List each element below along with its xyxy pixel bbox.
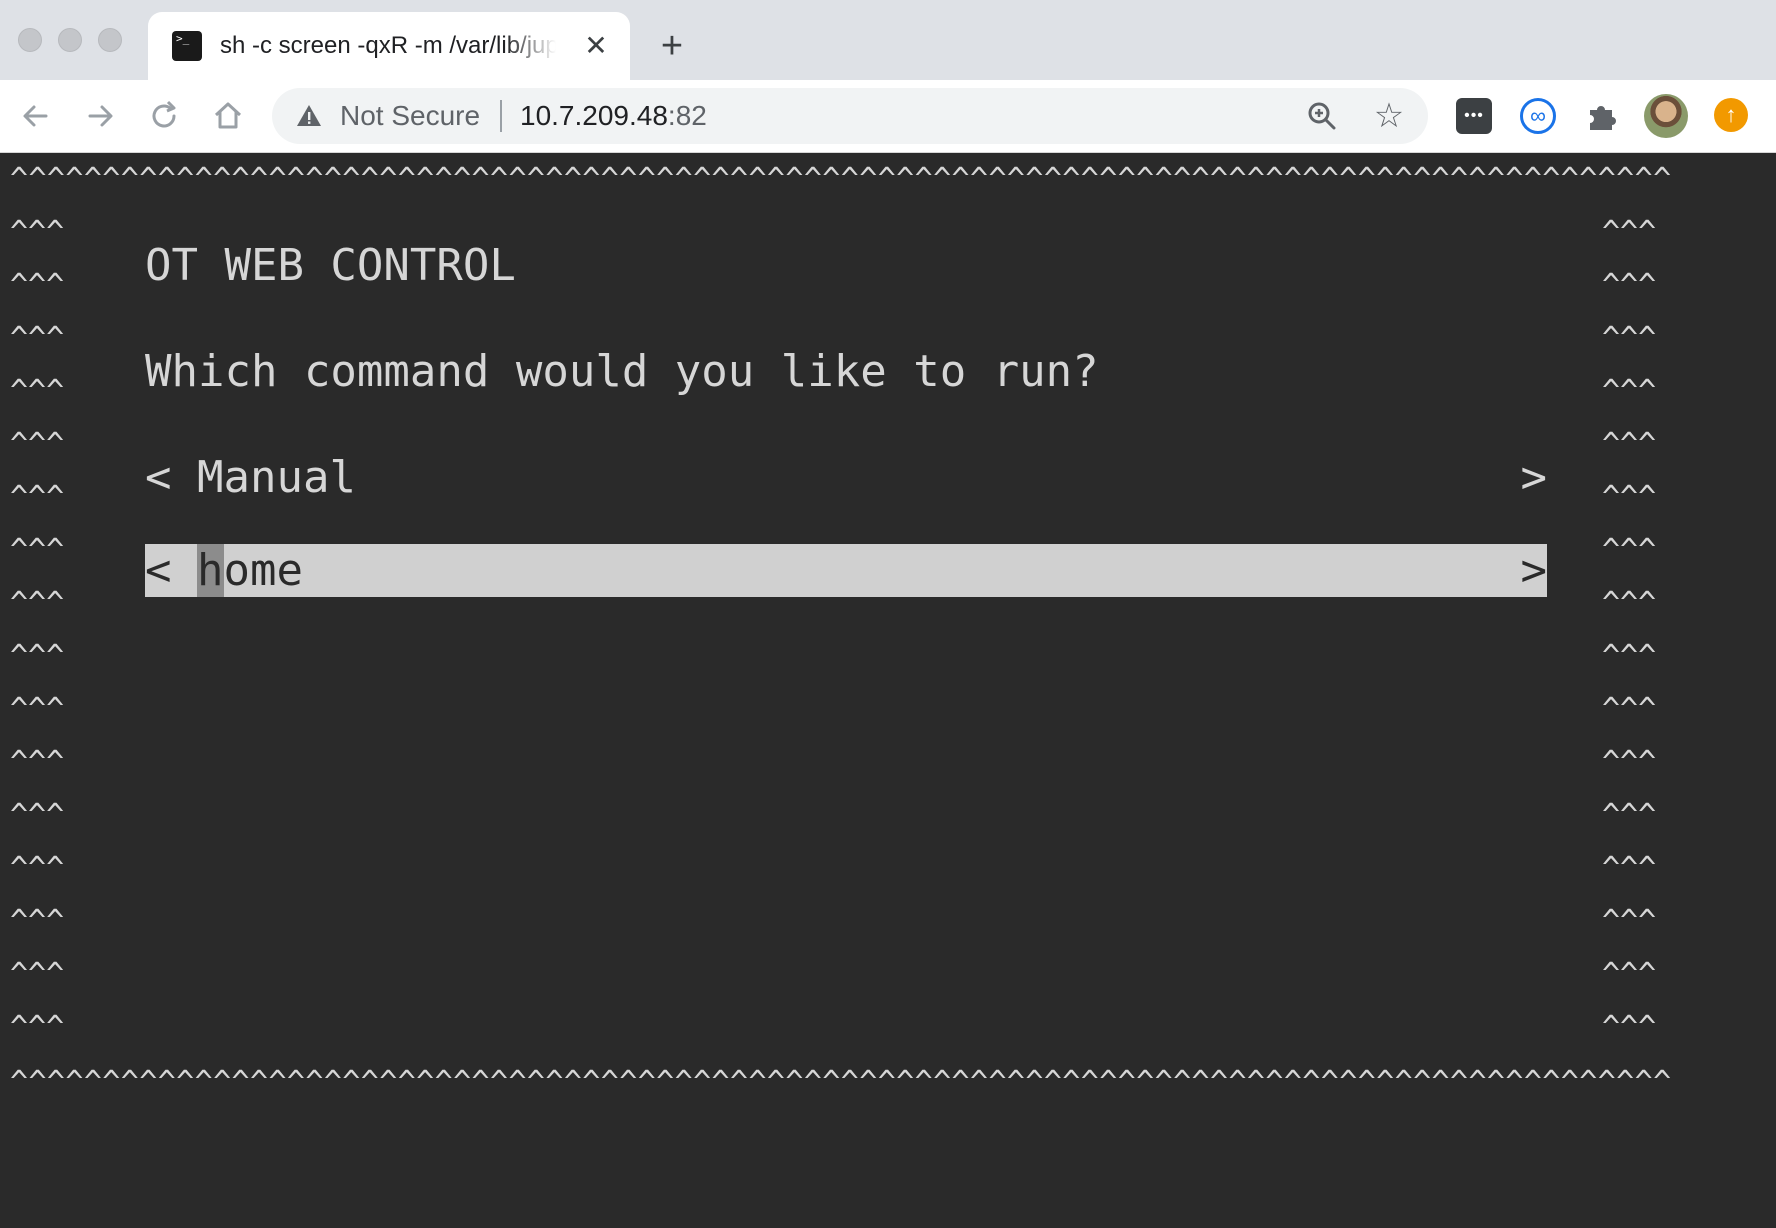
back-arrow-icon[interactable] (16, 96, 56, 136)
address-divider (500, 100, 502, 132)
tab-close-icon[interactable]: ✕ (580, 30, 612, 62)
bottom-caret-border: ^^^^^^^^^^^^^^^^^^^^^^^^^^^^^^^^^^^^^^^^… (10, 1065, 1672, 1100)
terminal-screen[interactable]: ^^^ ^^^ ^^^ ^^^ ^^^ ^^^ ^^^ ^^^ ^^^ ^^^ ^^^ ^^^ ^^^ ^… (0, 153, 1776, 1228)
side-caret-left: ^^^ (10, 321, 65, 356)
side-caret-left: ^^^ (10, 639, 65, 674)
window-minimize-button[interactable] (58, 28, 82, 52)
side-caret-left: ^^^ (10, 533, 65, 568)
side-caret-left: ^^^ (10, 374, 65, 409)
menu-item-manual[interactable]: < Manual > (145, 451, 1547, 504)
menu-arrow-right: > (1520, 545, 1548, 596)
star-icon[interactable]: ☆ (1372, 98, 1406, 134)
window-close-button[interactable] (18, 28, 42, 52)
browser-toolbar: Not Secure 10.7.209.48:82 ☆ ••• ∞ ↑ (0, 80, 1776, 153)
home-icon[interactable] (208, 96, 248, 136)
window-zoom-button[interactable] (98, 28, 122, 52)
terminal-favicon-icon: >_ (172, 31, 202, 61)
side-caret-left: ^^^ (10, 586, 65, 621)
address-bar[interactable]: Not Secure 10.7.209.48:82 ☆ (272, 88, 1428, 144)
reload-icon[interactable] (144, 96, 184, 136)
browser-tab[interactable]: >_ sh -c screen -qxR -m /var/lib/jupyter… (148, 12, 630, 80)
side-caret-left: ^^^ (10, 268, 65, 303)
top-caret-border: ^^^^^^^^^^^^^^^^^^^^^^^^^^^^^^^^^^^^^^^^… (10, 162, 1672, 197)
puzzle-extensions-icon[interactable] (1584, 98, 1620, 134)
side-caret-right: ^^^ (1602, 798, 1657, 833)
side-caret-right: ^^^ (1602, 586, 1657, 621)
side-caret-left: ^^^ (10, 215, 65, 250)
profile-avatar[interactable] (1644, 94, 1688, 138)
infinity-extension-icon[interactable]: ∞ (1520, 98, 1556, 134)
menu-item-label: home (197, 545, 303, 596)
tab-title: sh -c screen -qxR -m /var/lib/jupyter (220, 32, 556, 59)
menu-arrow-right: > (1520, 452, 1548, 503)
side-caret-left: ^^^ (10, 480, 65, 515)
side-caret-right: ^^^ (1602, 215, 1657, 250)
terminal-scrollbar[interactable] (1764, 153, 1776, 1228)
url-text[interactable]: 10.7.209.48:82 (520, 88, 707, 144)
side-caret-right: ^^^ (1602, 533, 1657, 568)
side-caret-left: ^^^ (10, 851, 65, 886)
menu-arrow-left: < (145, 545, 172, 596)
side-caret-right: ^^^ (1602, 374, 1657, 409)
security-status-label[interactable]: Not Secure (340, 88, 480, 144)
side-caret-left: ^^^ (10, 427, 65, 462)
side-caret-right: ^^^ (1602, 480, 1657, 515)
side-caret-right: ^^^ (1602, 321, 1657, 356)
side-caret-left: ^^^ (10, 745, 65, 780)
url-port: :82 (667, 100, 707, 131)
prompt-question: Which command would you like to run? (145, 346, 1099, 397)
side-caret-right: ^^^ (1602, 639, 1657, 674)
side-caret-right: ^^^ (1602, 851, 1657, 886)
side-caret-right: ^^^ (1602, 745, 1657, 780)
side-caret-right: ^^^ (1602, 692, 1657, 727)
zoom-icon[interactable] (1306, 100, 1338, 132)
browser-tab-bar: >_ sh -c screen -qxR -m /var/lib/jupyter… (0, 0, 1776, 80)
side-caret-left: ^^^ (10, 692, 65, 727)
new-tab-button[interactable]: + (652, 26, 692, 66)
side-caret-left: ^^^ (10, 904, 65, 939)
side-caret-right: ^^^ (1602, 904, 1657, 939)
side-caret-left: ^^^ (10, 1010, 65, 1045)
menu-arrow-left: < (145, 452, 172, 503)
url-host: 10.7.209.48 (520, 100, 668, 131)
side-caret-right: ^^^ (1602, 957, 1657, 992)
side-caret-right: ^^^ (1602, 427, 1657, 462)
side-caret-right: ^^^ (1602, 1010, 1657, 1045)
warning-icon[interactable] (296, 103, 322, 129)
side-caret-left: ^^^ (10, 798, 65, 833)
page-title: OT WEB CONTROL (145, 240, 516, 291)
menu-item-home[interactable]: < home > (145, 544, 1547, 597)
password-manager-icon[interactable]: ••• (1456, 98, 1492, 134)
forward-arrow-icon[interactable] (80, 96, 120, 136)
side-caret-right: ^^^ (1602, 268, 1657, 303)
update-icon[interactable]: ↑ (1714, 98, 1748, 132)
menu-item-label: Manual (197, 452, 356, 503)
side-caret-left: ^^^ (10, 957, 65, 992)
